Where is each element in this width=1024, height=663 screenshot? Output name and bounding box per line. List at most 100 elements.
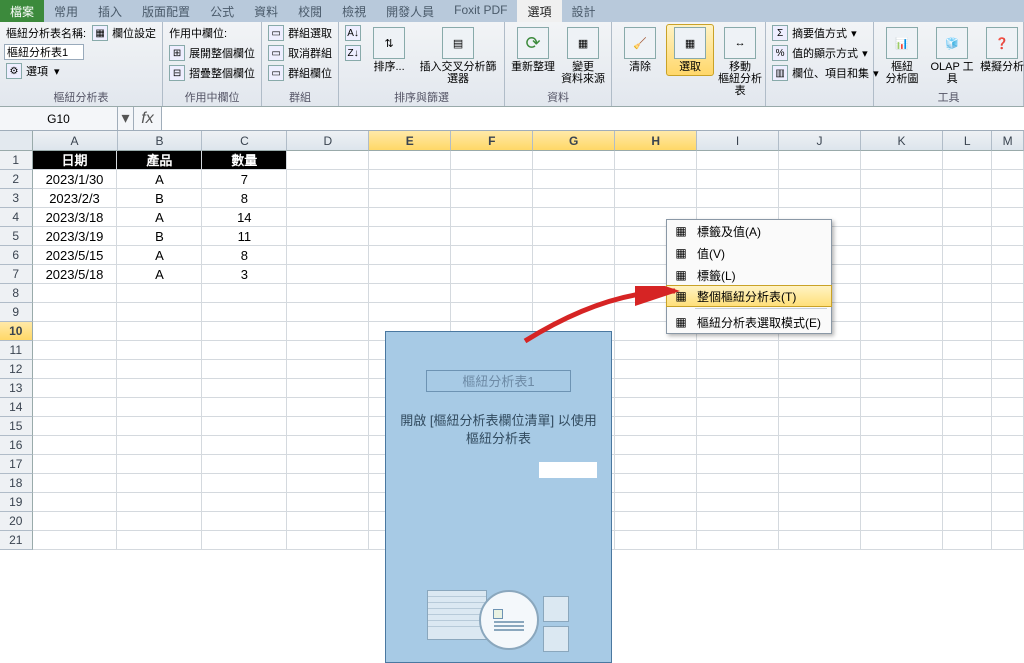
cell-L1[interactable] [943,151,992,170]
cell-F9[interactable] [451,303,533,322]
cell-C16[interactable] [202,436,287,455]
cell-D9[interactable] [287,303,369,322]
whatif-button[interactable]: ❓ 模擬分析 [978,24,1024,76]
cell-B1[interactable]: 產品 [117,151,202,170]
cell-K13[interactable] [861,379,943,398]
cell-D19[interactable] [287,493,369,512]
cell-B10[interactable] [117,322,202,341]
cell-H3[interactable] [615,189,697,208]
cell-E9[interactable] [369,303,451,322]
select-all-corner[interactable] [0,131,33,151]
cell-C17[interactable] [202,455,287,474]
cell-B14[interactable] [117,398,202,417]
cell-G2[interactable] [533,170,615,189]
cell-C8[interactable] [202,284,287,303]
cell-A4[interactable]: 2023/3/18 [33,208,118,227]
cell-K17[interactable] [861,455,943,474]
cell-D11[interactable] [287,341,369,360]
cell-B3[interactable]: B [117,189,202,208]
cell-H15[interactable] [615,417,697,436]
cell-L8[interactable] [943,284,992,303]
cell-M1[interactable] [992,151,1024,170]
col-header-D[interactable]: D [287,131,369,151]
cell-A10[interactable] [33,322,118,341]
cell-L13[interactable] [943,379,992,398]
cell-G4[interactable] [533,208,615,227]
cell-M2[interactable] [992,170,1024,189]
cell-E4[interactable] [369,208,451,227]
cell-K5[interactable] [861,227,943,246]
cell-J21[interactable] [779,531,861,550]
cell-A8[interactable] [33,284,118,303]
cell-H12[interactable] [615,360,697,379]
cell-C5[interactable]: 11 [202,227,287,246]
expand-field-button[interactable]: ⊞展開整個欄位 [167,44,257,62]
cell-M20[interactable] [992,512,1024,531]
cell-D7[interactable] [287,265,369,284]
cell-K19[interactable] [861,493,943,512]
cell-I16[interactable] [697,436,779,455]
cell-M21[interactable] [992,531,1024,550]
cell-C10[interactable] [202,322,287,341]
sort-desc-button[interactable]: Z↓ [343,44,363,62]
cell-K1[interactable] [861,151,943,170]
cell-E2[interactable] [369,170,451,189]
tab-9[interactable]: Foxit PDF [444,0,517,22]
cell-M8[interactable] [992,284,1024,303]
col-header-G[interactable]: G [533,131,615,151]
cell-C7[interactable]: 3 [202,265,287,284]
cell-L9[interactable] [943,303,992,322]
cell-D15[interactable] [287,417,369,436]
cell-B2[interactable]: A [117,170,202,189]
cell-B16[interactable] [117,436,202,455]
cell-A14[interactable] [33,398,118,417]
cell-K10[interactable] [861,322,943,341]
cell-D18[interactable] [287,474,369,493]
sort-asc-button[interactable]: A↓ [343,24,363,42]
cell-M12[interactable] [992,360,1024,379]
move-button[interactable]: ↔ 移動 樞紐分析表 [716,24,764,100]
cell-A1[interactable]: 日期 [33,151,118,170]
cell-C21[interactable] [202,531,287,550]
select-button[interactable]: ▦ 選取 [666,24,714,76]
cell-J1[interactable] [779,151,861,170]
olap-button[interactable]: 🧊 OLAP 工具 [928,24,976,88]
cell-B12[interactable] [117,360,202,379]
tab-2[interactable]: 插入 [88,0,132,22]
cell-M19[interactable] [992,493,1024,512]
cell-I12[interactable] [697,360,779,379]
cell-M11[interactable] [992,341,1024,360]
cell-H14[interactable] [615,398,697,417]
show-values-button[interactable]: %值的顯示方式▾ [770,44,881,62]
cell-L12[interactable] [943,360,992,379]
ungroup-button[interactable]: ▭取消群組 [266,44,334,62]
row-header-13[interactable]: 13 [0,379,33,398]
cell-K9[interactable] [861,303,943,322]
cell-J2[interactable] [779,170,861,189]
col-header-B[interactable]: B [118,131,203,151]
cell-B13[interactable] [117,379,202,398]
cell-L17[interactable] [943,455,992,474]
cell-L14[interactable] [943,398,992,417]
cell-L5[interactable] [943,227,992,246]
row-header-2[interactable]: 2 [0,170,33,189]
cell-K20[interactable] [861,512,943,531]
cell-E1[interactable] [369,151,451,170]
cell-H16[interactable] [615,436,697,455]
cell-H13[interactable] [615,379,697,398]
cell-I17[interactable] [697,455,779,474]
cell-F1[interactable] [451,151,533,170]
row-header-14[interactable]: 14 [0,398,33,417]
cell-F5[interactable] [451,227,533,246]
cell-L21[interactable] [943,531,992,550]
slicer-button[interactable]: ▤ 插入交叉分析篩選器 [415,24,501,88]
cell-K12[interactable] [861,360,943,379]
cell-G6[interactable] [533,246,615,265]
cell-G9[interactable] [533,303,615,322]
row-header-20[interactable]: 20 [0,512,33,531]
change-source-button[interactable]: ▦ 變更 資料來源 [559,24,607,88]
cell-E7[interactable] [369,265,451,284]
cell-D20[interactable] [287,512,369,531]
group-field-button[interactable]: ▭群組欄位 [266,64,334,82]
cell-B18[interactable] [117,474,202,493]
